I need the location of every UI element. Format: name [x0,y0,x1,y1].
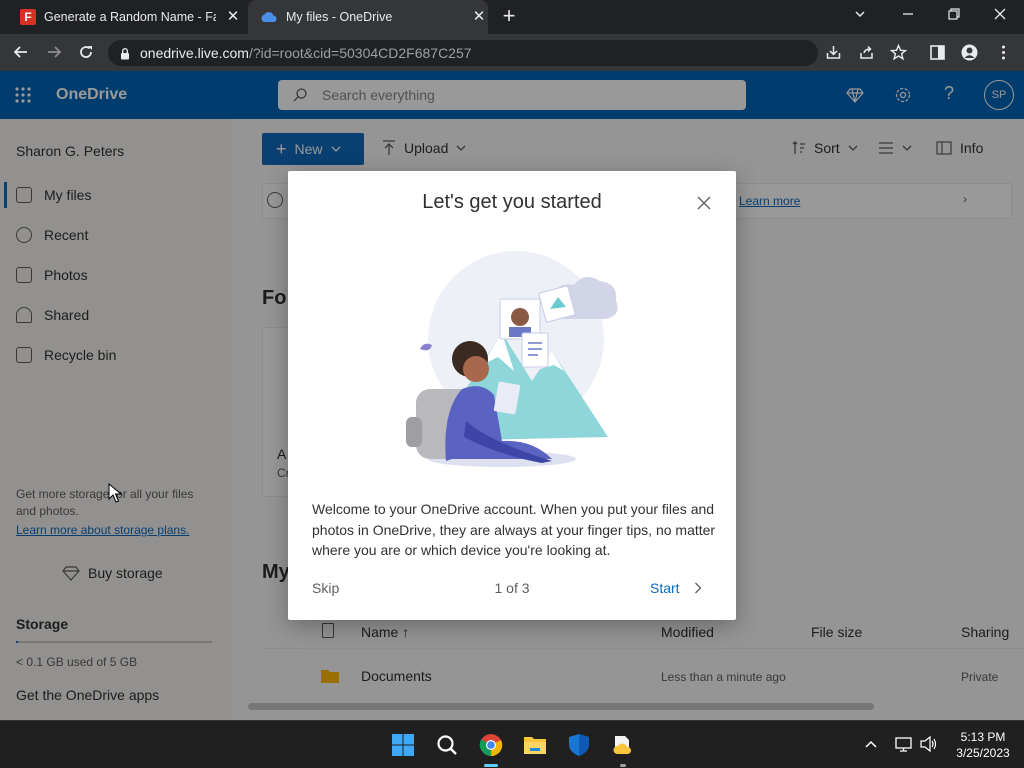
clock-date: 3/25/2023 [956,746,1010,760]
taskbar: 5:13 PM 3/25/2023 [0,720,1024,768]
forward-arrow-icon[interactable] [43,41,65,63]
network-icon[interactable] [895,735,913,753]
tab-title: Generate a Random Name - Fake [44,10,216,24]
close-tab-icon[interactable]: ✕ [470,8,488,26]
tab-search-chevron-icon[interactable] [853,7,867,21]
reload-icon[interactable] [75,41,97,63]
close-tab-icon[interactable]: ✕ [224,8,242,26]
onedrive-app: OneDrive Search everything ? SP Sharon G… [0,71,1024,720]
onedrive-cloud-icon [260,11,278,23]
minimize-window-icon[interactable] [900,6,916,22]
welcome-dialog: Let's get you started Welcome to your On… [288,171,736,620]
browser-menu-icon[interactable] [995,44,1012,61]
clock-time: 5:13 PM [960,730,1006,744]
volume-icon[interactable] [920,735,938,753]
start-button-label: Start [650,580,680,596]
dialog-title: Let's get you started [422,191,602,213]
security-shield-icon[interactable] [564,730,594,760]
file-explorer-icon[interactable] [520,730,550,760]
lock-icon [120,47,130,60]
tab-onedrive[interactable]: My files - OneDrive ✕ [248,0,488,34]
running-app-indicator [620,764,626,767]
mouse-cursor-icon [108,483,122,503]
active-app-indicator [484,764,498,767]
back-arrow-icon[interactable] [10,41,32,63]
taskbar-search-icon[interactable] [432,730,462,760]
profile-icon[interactable] [961,44,978,61]
chevron-right-icon [694,582,702,594]
share-icon[interactable] [858,44,875,61]
show-hidden-icons-chevron-icon[interactable] [864,737,878,751]
chrome-icon[interactable] [476,730,506,767]
side-panel-icon[interactable] [929,44,946,61]
welcome-illustration [402,241,622,471]
address-bar[interactable]: onedrive.live.com /?id=root&cid=50304CD2… [108,40,818,66]
onedrive-taskbar-icon[interactable] [608,730,638,767]
url-host: onedrive.live.com [140,45,249,61]
bookmark-star-icon[interactable] [890,44,907,61]
tab-title: My files - OneDrive [286,10,393,24]
fakename-favicon-icon: F [20,9,36,25]
tab-fake-name-generator[interactable]: F Generate a Random Name - Fake ✕ [8,0,246,34]
close-icon[interactable] [692,191,716,215]
new-tab-icon[interactable]: + [498,5,520,27]
windows-start-icon[interactable] [388,730,418,760]
close-window-icon[interactable] [992,6,1008,22]
browser-tab-strip: F Generate a Random Name - Fake ✕ My fil… [0,0,1024,34]
dialog-body-text: Welcome to your OneDrive account. When y… [312,501,716,558]
start-button[interactable]: Start [650,580,702,596]
install-app-icon[interactable] [825,44,842,61]
restore-window-icon[interactable] [946,6,962,22]
url-path: /?id=root&cid=50304CD2F687C257 [248,45,472,61]
clock[interactable]: 5:13 PM 3/25/2023 [950,729,1016,761]
